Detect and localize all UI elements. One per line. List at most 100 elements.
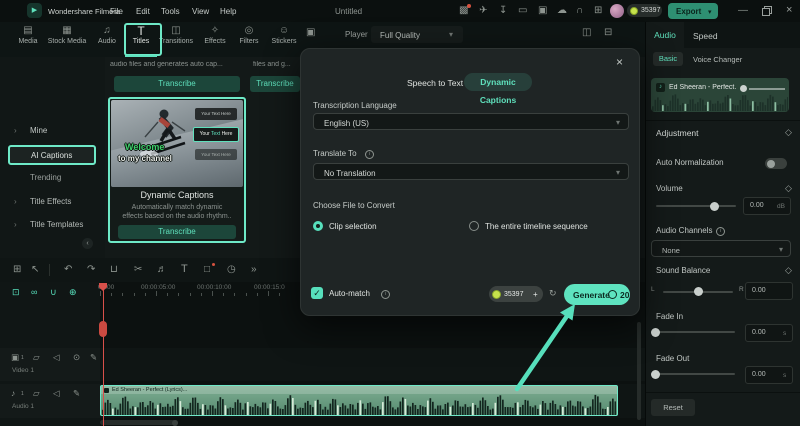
tab-stickers[interactable]: ☺ Stickers: [265, 26, 303, 46]
more-media-tab-icon[interactable]: ▣: [306, 28, 315, 38]
support-icon[interactable]: ∩: [576, 6, 583, 16]
mute-icon[interactable]: ◁: [53, 389, 60, 398]
tab-filters[interactable]: ◎ Filters: [230, 26, 268, 46]
folder-icon[interactable]: ▱: [33, 353, 40, 362]
audio-channels-select[interactable]: None ▾: [651, 240, 791, 257]
redo-icon[interactable]: ↷: [87, 265, 95, 275]
radio-entire-timeline[interactable]: [469, 221, 479, 231]
tab-audio[interactable]: ♫ Audio: [88, 26, 126, 46]
more-tools-icon[interactable]: »: [251, 265, 257, 275]
delete-icon[interactable]: ⊔: [110, 265, 118, 275]
automatch-checkbox[interactable]: ✓: [311, 287, 323, 299]
text-tool-icon[interactable]: T: [181, 264, 188, 275]
adjustment-keyframe-icon[interactable]: ◇: [785, 128, 792, 137]
lock-track-icon[interactable]: ✎: [90, 353, 97, 362]
scrollbar-handle[interactable]: [172, 419, 178, 426]
cloud-icon[interactable]: ☁: [557, 6, 567, 16]
display-icon[interactable]: ▭: [518, 6, 527, 16]
tab-stock-media[interactable]: ▦ Stock Media: [44, 26, 90, 46]
clip-volume-handle[interactable]: [740, 85, 747, 92]
fade-in-slider-handle[interactable]: [651, 327, 660, 337]
split-view-icon[interactable]: ◫: [582, 28, 591, 38]
selected-clip-card[interactable]: ♪ Ed Sheeran - Perfect...: [651, 78, 789, 112]
dialog-tab-speech-to-text[interactable]: Speech to Text: [407, 78, 463, 88]
horizontal-scrollbar[interactable]: [100, 420, 178, 425]
timeline-marker[interactable]: [99, 321, 107, 337]
fade-out-slider-handle[interactable]: [651, 369, 660, 379]
subtab-voice-changer[interactable]: Voice Changer: [693, 55, 742, 64]
menu-view[interactable]: View: [192, 7, 209, 16]
fade-in-value-box[interactable]: 0.00 s: [745, 324, 793, 342]
dialog-tab-dynamic-captions[interactable]: Dynamic Captions: [464, 73, 532, 105]
speed-tool-icon[interactable]: ◷: [227, 265, 236, 275]
workspace-icon[interactable]: ⊞: [594, 6, 602, 16]
keyframe-icon[interactable]: ⊕: [69, 288, 77, 297]
volume-value-box[interactable]: 0.00 dB: [743, 197, 791, 215]
tab-speed[interactable]: Speed: [693, 31, 718, 41]
collapse-sidebar-button[interactable]: ‹: [82, 238, 93, 249]
export-media-icon[interactable]: ↧: [499, 6, 507, 16]
undo-icon[interactable]: ↶: [64, 265, 72, 275]
volume-slider-track[interactable]: [656, 205, 736, 207]
tab-media[interactable]: ▤ Media: [8, 26, 48, 46]
balance-slider-handle[interactable]: [694, 286, 703, 296]
audio-clip[interactable]: Ed Sheeran - Perfect (Lyrics)...: [100, 385, 618, 416]
reset-button[interactable]: Reset: [651, 399, 695, 416]
manage-tracks-icon[interactable]: ⊡: [12, 288, 20, 297]
menu-help[interactable]: Help: [220, 7, 236, 16]
radio-clip-selection[interactable]: [313, 221, 323, 231]
sidebar-item-title-effects[interactable]: › Title Effects: [0, 194, 105, 210]
menu-edit[interactable]: Edit: [136, 7, 150, 16]
menu-file[interactable]: File: [110, 7, 123, 16]
hide-track-icon[interactable]: ⊙: [73, 353, 80, 362]
card2-transcribe-button[interactable]: Transcribe: [250, 76, 300, 92]
share-icon[interactable]: ✈: [479, 6, 487, 16]
vertical-scrollbar[interactable]: [637, 322, 641, 420]
balance-value-box[interactable]: 0.00: [745, 282, 793, 300]
lock-track-icon[interactable]: ✎: [73, 389, 80, 398]
fade-out-slider-track[interactable]: [653, 373, 735, 375]
refresh-icon[interactable]: ↻: [549, 288, 557, 299]
card-transcribe-button[interactable]: Transcribe: [118, 225, 236, 239]
menu-tools[interactable]: Tools: [161, 7, 180, 16]
volume-slider-handle[interactable]: [710, 201, 719, 211]
quality-dropdown[interactable]: Full Quality ▾: [371, 26, 463, 43]
mark-icon[interactable]: ⊟: [604, 28, 612, 38]
tab-audio-properties[interactable]: Audio: [646, 22, 684, 48]
transcription-language-select[interactable]: English (US) ▾: [313, 113, 629, 130]
translate-to-select[interactable]: No Translation ▾: [313, 163, 629, 180]
dialog-credits-badge[interactable]: 35397 +: [489, 286, 543, 302]
split-icon[interactable]: ✂: [134, 265, 142, 275]
credits-badge[interactable]: 35397: [627, 4, 662, 17]
save-icon[interactable]: ▣: [538, 6, 547, 16]
audio-effect-icon[interactable]: ♬: [157, 265, 167, 275]
link-icon[interactable]: ∞: [31, 288, 37, 297]
mute-icon[interactable]: ◁: [53, 353, 60, 362]
minimize-button[interactable]: —: [738, 6, 748, 16]
sidebar-item-title-templates[interactable]: › Title Templates: [0, 217, 105, 233]
sidebar-item-mine[interactable]: › Mine: [0, 123, 105, 139]
sidebar-item-ai-captions[interactable]: AI Captions: [8, 145, 96, 165]
sidebar-item-trending[interactable]: Trending: [0, 169, 105, 185]
subtab-basic[interactable]: Basic: [653, 52, 683, 66]
magnet-icon[interactable]: ∪: [50, 288, 57, 297]
balance-keyframe-icon[interactable]: ◇: [785, 266, 792, 275]
dialog-close-icon[interactable]: ×: [616, 55, 623, 69]
tab-effects[interactable]: ✧ Effects: [196, 26, 234, 46]
export-button[interactable]: Export ▾: [668, 3, 718, 19]
video-track-lane[interactable]: [100, 348, 645, 381]
playhead-line[interactable]: [102, 283, 104, 426]
fade-out-value-box[interactable]: 0.00 s: [745, 366, 793, 384]
fade-in-slider-track[interactable]: [653, 331, 735, 333]
track-layout-icon[interactable]: ⊞: [13, 265, 21, 275]
dynamic-captions-card[interactable]: Welcome to my channel Your Text Here You…: [108, 97, 246, 243]
avatar[interactable]: [610, 4, 624, 18]
folder-icon[interactable]: ▱: [33, 389, 40, 398]
generate-button[interactable]: Generate 20: [564, 284, 630, 305]
crop-icon[interactable]: □: [204, 265, 210, 275]
auto-normalization-toggle[interactable]: [765, 158, 787, 169]
card1-transcribe-button[interactable]: Transcribe: [114, 76, 240, 92]
restore-button[interactable]: [762, 6, 772, 16]
pointer-tool-icon[interactable]: ↖: [31, 265, 39, 275]
volume-keyframe-icon[interactable]: ◇: [785, 184, 792, 193]
